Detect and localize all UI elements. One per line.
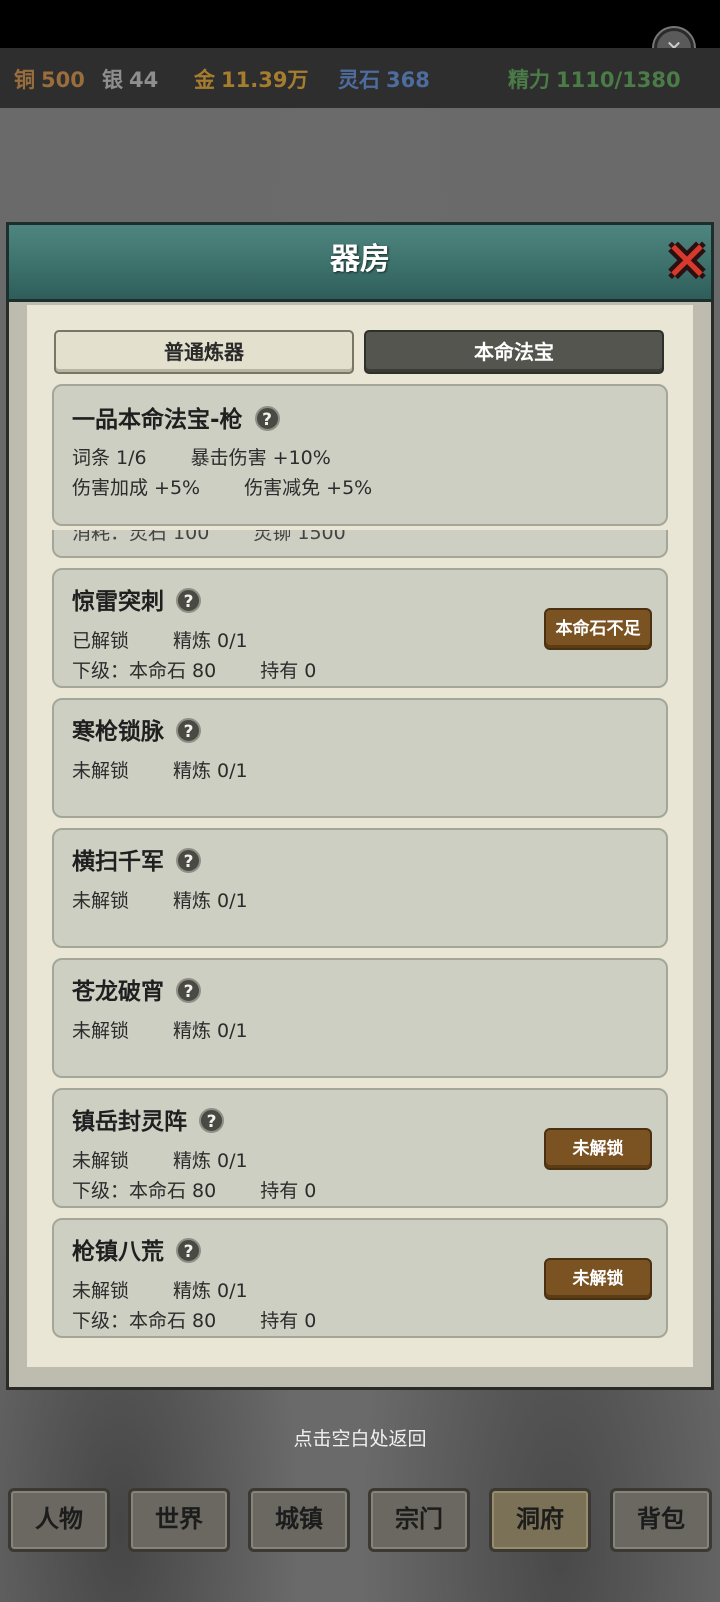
skill-card[interactable]: 镇岳封灵阵? 未解锁 精炼 0/1 下级：本命石 80 持有 0 未解锁 bbox=[52, 1088, 668, 1208]
skill-card[interactable]: 横扫千军? 未解锁 精炼 0/1 bbox=[52, 828, 668, 948]
help-icon[interactable]: ? bbox=[176, 848, 201, 873]
resource-gold-label: 金 bbox=[194, 68, 215, 92]
resource-copper-value: 500 bbox=[41, 68, 85, 92]
resource-bar: 铜 500 银 44 金 11.39万 灵石 368 精力 1110/1380 bbox=[0, 48, 720, 108]
cost-row-partial: 消耗：灵石 100 灵铆 1500 bbox=[52, 530, 668, 558]
treasure-line-2: 伤害加成 +5% 伤害减免 +5% bbox=[72, 473, 372, 500]
status-strip bbox=[0, 0, 720, 48]
skill-cost-line: 下级：本命石 80 持有 0 bbox=[72, 1176, 316, 1203]
locked-button[interactable]: 未解锁 bbox=[544, 1258, 652, 1300]
locked-button[interactable]: 未解锁 bbox=[544, 1128, 652, 1170]
skill-title-text: 横扫千军 bbox=[72, 849, 164, 875]
skill-refine: 精炼 0/1 bbox=[173, 890, 248, 912]
skill-card[interactable]: 枪镇八荒? 未解锁 精炼 0/1 下级：本命石 80 持有 0 未解锁 bbox=[52, 1218, 668, 1338]
skill-card[interactable]: 惊雷突刺? 已解锁 精炼 0/1 下级：本命石 80 持有 0 本命石不足 bbox=[52, 568, 668, 688]
skill-next-cost: 下级：本命石 80 bbox=[72, 1310, 217, 1332]
cost-row-text: 消耗：灵石 100 灵铆 1500 bbox=[72, 530, 346, 545]
tab-natal-treasure[interactable]: 本命法宝 bbox=[364, 330, 664, 374]
resource-gold-value: 11.39万 bbox=[221, 68, 309, 92]
nav-town[interactable]: 城镇 bbox=[248, 1488, 350, 1552]
skill-status-line: 未解锁 精炼 0/1 bbox=[72, 1276, 248, 1303]
resource-silver-value: 44 bbox=[129, 68, 159, 92]
skill-status: 未解锁 bbox=[72, 760, 130, 782]
nav-world[interactable]: 世界 bbox=[128, 1488, 230, 1552]
skill-title: 横扫千军? bbox=[72, 842, 201, 876]
nav-sect[interactable]: 宗门 bbox=[368, 1488, 470, 1552]
damage-bonus: 伤害加成 +5% bbox=[72, 477, 201, 499]
skill-card[interactable]: 寒枪锁脉? 未解锁 精炼 0/1 bbox=[52, 698, 668, 818]
resource-energy: 精力 1110/1380 bbox=[508, 64, 681, 94]
help-icon[interactable]: ? bbox=[176, 588, 201, 613]
skill-cost-line: 下级：本命石 80 持有 0 bbox=[72, 656, 316, 683]
skill-status: 未解锁 bbox=[72, 1280, 130, 1302]
skill-title-text: 寒枪锁脉 bbox=[72, 719, 164, 745]
tap-blank-to-return-hint: 点击空白处返回 bbox=[293, 1428, 427, 1450]
nav-backpack[interactable]: 背包 bbox=[610, 1488, 712, 1552]
help-icon[interactable]: ? bbox=[254, 406, 280, 431]
skill-refine: 精炼 0/1 bbox=[173, 630, 248, 652]
resource-spirit-stone: 灵石 368 bbox=[338, 64, 430, 94]
resource-silver: 银 44 bbox=[102, 64, 158, 94]
skill-status: 未解锁 bbox=[72, 1020, 130, 1042]
resource-spirit-stone-value: 368 bbox=[386, 68, 430, 92]
skill-title-text: 枪镇八荒 bbox=[72, 1239, 164, 1265]
skill-status-line: 未解锁 精炼 0/1 bbox=[72, 1146, 248, 1173]
cost-material: 灵铆 1500 bbox=[253, 530, 346, 544]
skill-status: 未解锁 bbox=[72, 1150, 130, 1172]
skill-owned: 持有 0 bbox=[260, 660, 317, 682]
damage-reduction: 伤害减免 +5% bbox=[244, 477, 373, 499]
nav-cave-abode[interactable]: 洞府 bbox=[489, 1488, 591, 1552]
help-icon[interactable]: ? bbox=[176, 718, 201, 743]
skill-status-line: 已解锁 精炼 0/1 bbox=[72, 626, 248, 653]
crit-damage: 暴击伤害 +10% bbox=[190, 447, 331, 469]
treasure-line-1: 词条 1/6 暴击伤害 +10% bbox=[72, 443, 331, 470]
resource-copper-label: 铜 bbox=[14, 68, 35, 92]
skill-title-text: 镇岳封灵阵 bbox=[72, 1109, 187, 1135]
skill-owned: 持有 0 bbox=[260, 1310, 317, 1332]
skill-next-cost: 下级：本命石 80 bbox=[72, 1180, 217, 1202]
resource-energy-label: 精力 bbox=[508, 68, 550, 92]
skill-owned: 持有 0 bbox=[260, 1180, 317, 1202]
skill-refine: 精炼 0/1 bbox=[173, 1150, 248, 1172]
resource-copper: 铜 500 bbox=[14, 64, 85, 94]
treasure-info-card: 一品本命法宝-枪? 词条 1/6 暴击伤害 +10% 伤害加成 +5% 伤害减免 +… bbox=[52, 384, 668, 526]
resource-energy-value: 1110/1380 bbox=[556, 68, 681, 92]
tab-normal-forge[interactable]: 普通炼器 bbox=[54, 330, 354, 374]
affix-count: 词条 1/6 bbox=[72, 447, 147, 469]
cost-spirit-stone: 消耗：灵石 100 bbox=[72, 530, 210, 544]
skill-title: 寒枪锁脉? bbox=[72, 712, 201, 746]
modal-title: 器房 bbox=[330, 242, 390, 277]
skill-title: 惊雷突刺? bbox=[72, 582, 201, 616]
skill-refine: 精炼 0/1 bbox=[173, 760, 248, 782]
help-icon[interactable]: ? bbox=[199, 1108, 224, 1133]
skill-title: 苍龙破宵? bbox=[72, 972, 201, 1006]
skill-status-line: 未解锁 精炼 0/1 bbox=[72, 886, 248, 913]
x-icon[interactable]: ✕ bbox=[660, 235, 714, 291]
skill-title: 镇岳封灵阵? bbox=[72, 1102, 224, 1136]
resource-spirit-stone-label: 灵石 bbox=[338, 68, 380, 92]
skill-title-text: 惊雷突刺 bbox=[72, 589, 164, 615]
skill-next-cost: 下级：本命石 80 bbox=[72, 660, 217, 682]
resource-gold: 金 11.39万 bbox=[194, 64, 308, 94]
treasure-title: 一品本命法宝-枪? bbox=[72, 400, 280, 434]
modal-header: 器房 ✕ bbox=[6, 222, 714, 302]
resource-silver-label: 银 bbox=[102, 68, 123, 92]
skill-status: 已解锁 bbox=[72, 630, 130, 652]
help-icon[interactable]: ? bbox=[176, 978, 201, 1003]
skill-status-line: 未解锁 精炼 0/1 bbox=[72, 756, 248, 783]
skill-title: 枪镇八荒? bbox=[72, 1232, 201, 1266]
skill-cost-line: 下级：本命石 80 持有 0 bbox=[72, 1306, 316, 1333]
help-icon[interactable]: ? bbox=[176, 1238, 201, 1263]
skill-refine: 精炼 0/1 bbox=[173, 1020, 248, 1042]
skill-title-text: 苍龙破宵 bbox=[72, 979, 164, 1005]
skill-status-line: 未解锁 精炼 0/1 bbox=[72, 1016, 248, 1043]
nav-character[interactable]: 人物 bbox=[8, 1488, 110, 1552]
insufficient-stone-button[interactable]: 本命石不足 bbox=[544, 608, 652, 650]
treasure-title-text: 一品本命法宝-枪 bbox=[72, 407, 243, 433]
skill-refine: 精炼 0/1 bbox=[173, 1280, 248, 1302]
skill-status: 未解锁 bbox=[72, 890, 130, 912]
skill-card[interactable]: 苍龙破宵? 未解锁 精炼 0/1 bbox=[52, 958, 668, 1078]
